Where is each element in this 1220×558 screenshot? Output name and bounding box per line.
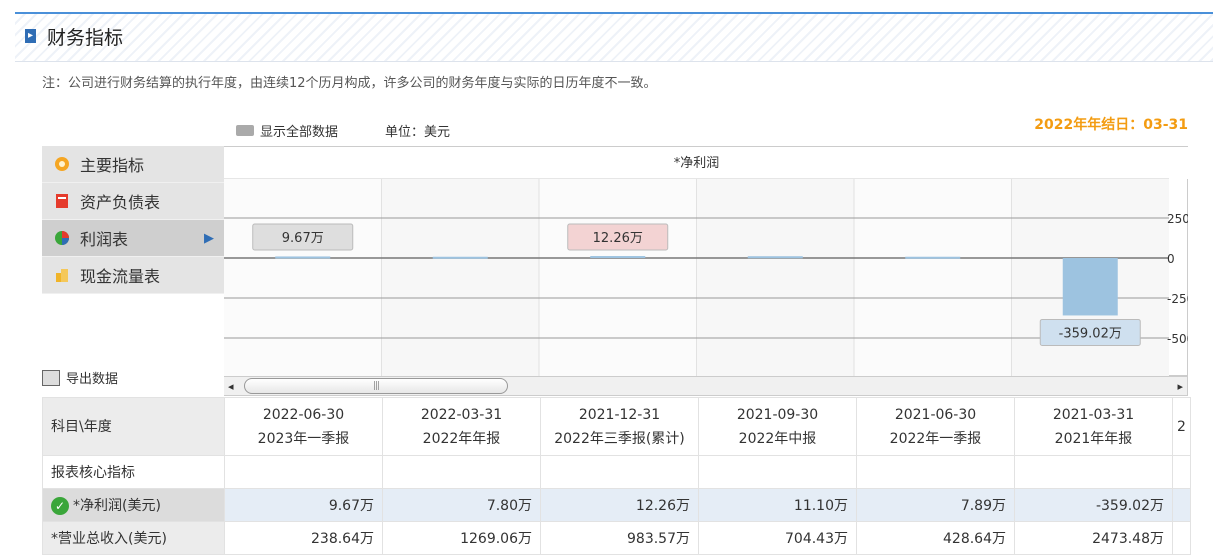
comment-icon xyxy=(236,125,254,136)
column-date: 2021-09-30 xyxy=(736,406,819,423)
table-cell: 7.89万 xyxy=(856,488,1015,522)
export-icon xyxy=(42,369,60,386)
column-period: 2022年年报 xyxy=(422,430,501,447)
column-period: 2022年中报 xyxy=(738,430,817,447)
flower-icon xyxy=(55,157,69,171)
sidebar-item-label: 主要指标 xyxy=(80,156,145,175)
show-all-label: 显示全部数据 xyxy=(260,125,339,140)
chart-column-band xyxy=(381,179,539,377)
section-label: 报表核心指标 xyxy=(42,455,225,489)
column-period: 2022年一季报 xyxy=(889,430,982,447)
sidebar-item-label: 利润表 xyxy=(80,230,129,249)
column-date: 2021-06-30 xyxy=(894,406,977,423)
table-cell: 9.67万 xyxy=(224,488,383,522)
scroll-right-icon[interactable]: ▸ xyxy=(1177,380,1183,393)
data-callout-label: 12.26万 xyxy=(593,231,643,246)
y-tick-label: -500 xyxy=(1167,332,1188,346)
year-end-date: 2022年年结日：03-31 xyxy=(1034,117,1188,133)
show-all-data-toggle[interactable]: 显示全部数据 xyxy=(236,121,338,140)
sidebar-item-main-indicators[interactable]: 主要指标 xyxy=(42,146,224,183)
column-period: 2023年一季报 xyxy=(257,430,350,447)
table-corner-label: 科目\年度 xyxy=(42,397,225,456)
column-header: 2021-03-31 2021年年报 xyxy=(1014,397,1173,456)
column-period: 2022年三季报(累计) xyxy=(554,430,685,447)
table-cell: 2473.48万 xyxy=(1014,521,1173,555)
column-header: 2021-12-31 2022年三季报(累计) xyxy=(540,397,699,456)
table-cell: 238.64万 xyxy=(224,521,383,555)
y-tick-label: 250 xyxy=(1167,212,1188,226)
table-cell: -359.02万 xyxy=(1014,488,1173,522)
table-cell: 428.64万 xyxy=(856,521,1015,555)
table-cell: 11.10万 xyxy=(698,488,857,522)
chart-column-band xyxy=(224,179,382,377)
data-callout-label: 9.67万 xyxy=(282,231,324,246)
pie-chart-icon xyxy=(55,231,69,245)
column-date: 2022-06-30 xyxy=(262,406,345,423)
column-header: 2022-03-31 2022年年报 xyxy=(382,397,541,456)
table-cell: 983.57万 xyxy=(540,521,699,555)
column-header: 2021-06-30 2022年一季报 xyxy=(856,397,1015,456)
row-label: *营业总收入(美元) xyxy=(42,521,225,555)
table-header-row: 科目\年度 2022-06-30 2023年一季报 2022-03-31 2022年… xyxy=(42,397,1191,456)
sidebar-item-label: 现金流量表 xyxy=(80,267,161,286)
y-tick-label: -250 xyxy=(1167,292,1188,306)
table-section-row: 报表核心指标 xyxy=(42,455,1191,489)
column-header: 2021-09-30 2022年中报 xyxy=(698,397,857,456)
active-arrow-icon: ▶ xyxy=(204,230,214,246)
net-profit-chart: *净利润 250 0 -250 -500 9.67万 12.26万 -359.02万 xyxy=(224,146,1188,377)
table-cell: 12.26万 xyxy=(540,488,699,522)
sidebar-item-label: 资产负债表 xyxy=(80,193,161,212)
sidebar-item-cash-flow[interactable]: 现金流量表 xyxy=(42,257,224,294)
bar xyxy=(275,256,331,259)
data-callout-label: -359.02万 xyxy=(1059,326,1122,341)
column-header: 2022-06-30 2023年一季报 xyxy=(224,397,383,456)
fiscal-year-note: 注：公司进行财务结算的执行年度，由连续12个历月构成，许多公司的财务年度与实际的… xyxy=(42,76,657,91)
section-marker-icon: ▸ xyxy=(25,29,36,43)
section-header: ▸ 财务指标 xyxy=(15,14,1213,62)
chart-title: *净利润 xyxy=(674,156,720,171)
column-date: 2021-03-31 xyxy=(1052,406,1135,423)
chart-scrollbar[interactable]: ◂ ||| ▸ xyxy=(224,376,1188,396)
check-icon: ✓ xyxy=(51,497,69,515)
chart-column-band xyxy=(854,179,1012,377)
column-period: 2021年年报 xyxy=(1054,430,1133,447)
financial-data-table: 科目\年度 2022-06-30 2023年一季报 2022-03-31 2022年… xyxy=(42,397,1191,555)
sidebar-item-income-statement[interactable]: 利润表 ▶ xyxy=(42,220,224,257)
table-cell: 704.43万 xyxy=(698,521,857,555)
bar xyxy=(590,256,646,259)
table-row[interactable]: *营业总收入(美元) 238.64万 1269.06万 983.57万 704.… xyxy=(42,521,1191,555)
table-cell: 7.80万 xyxy=(382,488,541,522)
bar xyxy=(905,256,961,259)
column-date: 2022-03-31 xyxy=(420,406,503,423)
scroll-left-icon[interactable]: ◂ xyxy=(228,380,234,393)
table-row[interactable]: ✓ *净利润(美元) 9.67万 7.80万 12.26万 11.10万 7.89… xyxy=(42,488,1191,522)
report-sidebar: 主要指标 资产负债表 利润表 ▶ 现金流量表 xyxy=(42,146,224,294)
row-label: ✓ *净利润(美元) xyxy=(42,488,225,522)
column-date: 2021-12-31 xyxy=(578,406,661,423)
chart-column-band xyxy=(539,179,697,377)
document-icon xyxy=(56,194,68,208)
export-data-button[interactable]: 导出数据 xyxy=(42,368,118,387)
coins-icon xyxy=(56,269,68,282)
bar xyxy=(1062,258,1118,316)
chart-column-band xyxy=(696,179,854,377)
chart-canvas: *净利润 250 0 -250 -500 9.67万 12.26万 -359.02万 xyxy=(224,147,1188,377)
unit-label: 单位：美元 xyxy=(385,125,451,140)
sidebar-item-balance-sheet[interactable]: 资产负债表 xyxy=(42,183,224,220)
grip-icon: ||| xyxy=(373,381,380,391)
column-overflow-hint: 2 xyxy=(1172,397,1191,456)
export-label: 导出数据 xyxy=(66,372,119,387)
scrollbar-thumb[interactable]: ||| xyxy=(244,378,508,394)
table-cell: 1269.06万 xyxy=(382,521,541,555)
bar xyxy=(747,256,803,259)
bar xyxy=(432,256,488,259)
y-tick-label: 0 xyxy=(1167,252,1175,266)
section-title: 财务指标 xyxy=(47,27,124,49)
